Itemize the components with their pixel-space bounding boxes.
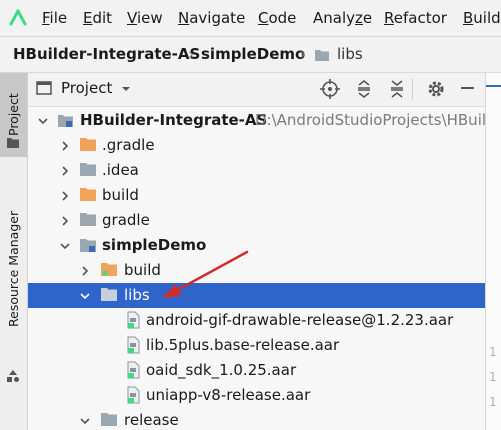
orange-folder-icon (100, 261, 118, 281)
line-number: 1 (489, 370, 497, 384)
folder-icon (79, 161, 97, 181)
orange-folder-icon (79, 136, 97, 156)
aar-file-icon (125, 386, 141, 408)
tree-label: release (124, 411, 179, 429)
tree-row-release[interactable]: release (28, 408, 485, 430)
aar-file-icon (125, 336, 141, 358)
folder-icon (100, 411, 118, 430)
tree-row-build[interactable]: build (28, 183, 485, 208)
project-module-icon (57, 111, 75, 133)
breadcrumb-module[interactable]: simpleDemo (201, 45, 305, 63)
tree-label: gradle (102, 211, 150, 229)
tree-label: build (102, 186, 139, 204)
tab-resource-label: Resource Manager (6, 210, 21, 328)
editor-gutter: 1 1 1 (485, 73, 501, 430)
left-tool-stripe: Project Resource Manager (0, 73, 28, 430)
tab-resource-manager[interactable]: Resource Manager (0, 171, 27, 367)
module-folder-icon (79, 236, 97, 258)
tree-row-file[interactable]: uniapp-v8-release.aar (28, 383, 485, 408)
project-panel-header: Project (28, 73, 485, 107)
editor-tab-indicator (486, 85, 501, 87)
tree-label: build (124, 261, 161, 279)
expand-all-icon[interactable] (355, 79, 373, 103)
root-project-path: D:\AndroidStudioProjects\HBuil (255, 111, 485, 129)
line-number: 1 (489, 345, 497, 359)
chevron-right-icon[interactable] (59, 188, 71, 206)
tree-row-file[interactable]: lib.5plus.base-release.aar (28, 333, 485, 358)
tree-row-idea[interactable]: .idea (28, 158, 485, 183)
chevron-down-icon[interactable] (79, 413, 91, 430)
menu-build[interactable]: Build (463, 9, 501, 27)
tree-row-file[interactable]: android-gif-drawable-release@1.2.23.aar (28, 308, 485, 333)
project-folder-icon (6, 135, 20, 153)
menu-view[interactable]: View (127, 9, 163, 27)
folder-icon (100, 286, 118, 306)
chevron-right-icon[interactable] (59, 213, 71, 231)
tree-label: lib.5plus.base-release.aar (146, 336, 340, 354)
breadcrumb-project[interactable]: HBuilder-Integrate-AS (13, 45, 200, 63)
locate-target-icon[interactable] (320, 79, 340, 103)
tree-row-libs[interactable]: libs (28, 283, 485, 308)
line-number: 1 (489, 395, 497, 409)
menu-edit[interactable]: Edit (83, 9, 112, 27)
collapse-all-icon[interactable] (388, 79, 406, 103)
folder-icon (79, 211, 97, 231)
breadcrumb-folder[interactable]: libs (337, 45, 363, 63)
resource-manager-icon (6, 369, 20, 387)
tree-label: oaid_sdk_1.0.25.aar (146, 361, 297, 379)
tree-label: .idea (102, 161, 139, 179)
chevron-right-icon[interactable] (79, 263, 91, 281)
tree-row-module[interactable]: simpleDemo (28, 233, 485, 258)
view-selector[interactable]: Project (61, 79, 112, 97)
android-studio-logo-icon (8, 9, 28, 31)
folder-icon (314, 48, 330, 66)
tree-row-module-build[interactable]: build (28, 258, 485, 283)
tree-label: simpleDemo (102, 236, 207, 254)
breadcrumb-separator: › (300, 45, 306, 63)
chevron-down-icon[interactable] (79, 288, 91, 306)
aar-file-icon (125, 361, 141, 383)
menu-analyze[interactable]: Analyze (313, 9, 372, 27)
tree-row-root[interactable]: HBuilder-Integrate-AS D:\AndroidStudioPr… (28, 108, 485, 133)
menu-code[interactable]: Code (258, 9, 296, 27)
aar-file-icon (125, 311, 141, 333)
tree-label: libs (124, 286, 150, 304)
root-project-name: HBuilder-Integrate-AS (80, 111, 268, 129)
gear-icon[interactable] (426, 79, 446, 103)
chevron-down-icon[interactable] (59, 238, 71, 256)
menu-refactor[interactable]: Refactor (384, 9, 447, 27)
menu-bar: File Edit View Navigate Code Analyze Ref… (0, 0, 501, 36)
chevron-down-icon[interactable] (120, 81, 132, 99)
menu-file[interactable]: File (42, 9, 67, 27)
chevron-right-icon[interactable] (59, 138, 71, 156)
tree-row-file[interactable]: oaid_sdk_1.0.25.aar (28, 358, 485, 383)
tree-label: uniapp-v8-release.aar (146, 386, 311, 404)
breadcrumb-separator: › (188, 45, 194, 63)
tree-row-gradle[interactable]: gradle (28, 208, 485, 233)
chevron-down-icon[interactable] (37, 113, 49, 131)
tab-project-label: Project (6, 93, 21, 137)
project-tree: HBuilder-Integrate-AS D:\AndroidStudioPr… (28, 107, 485, 430)
minimize-icon[interactable] (461, 87, 474, 89)
tree-label: android-gif-drawable-release@1.2.23.aar (146, 311, 454, 329)
tree-label: .gradle (102, 136, 155, 154)
project-view-icon (36, 81, 52, 99)
header-divider (412, 78, 413, 100)
menu-navigate[interactable]: Navigate (178, 9, 245, 27)
orange-folder-icon (79, 186, 97, 206)
tree-row-gradle-hidden[interactable]: .gradle (28, 133, 485, 158)
breadcrumb: HBuilder-Integrate-AS › simpleDemo › lib… (0, 36, 501, 73)
chevron-right-icon[interactable] (59, 163, 71, 181)
